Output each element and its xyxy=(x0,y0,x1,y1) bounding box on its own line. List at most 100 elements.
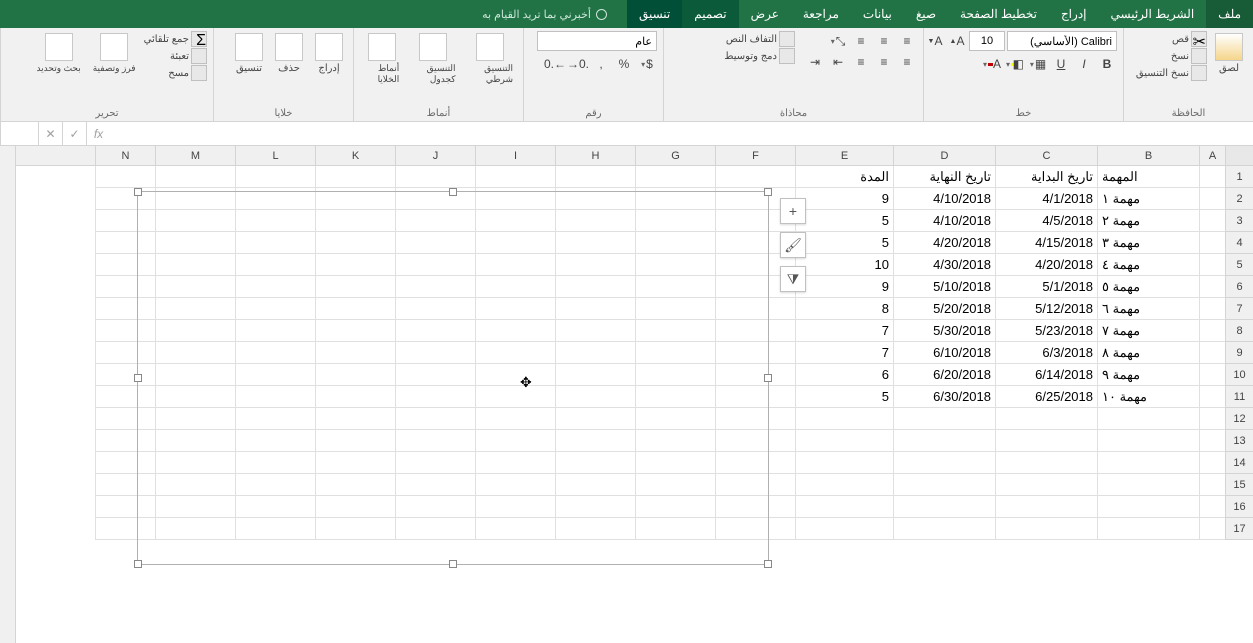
chart-elements-button[interactable]: + xyxy=(780,198,806,224)
select-all-corner[interactable] xyxy=(1225,146,1253,165)
cell[interactable]: مهمة ٥ xyxy=(1097,276,1199,298)
col-header-b[interactable]: B xyxy=(1097,146,1199,165)
cell[interactable] xyxy=(1199,408,1225,430)
tab-page-layout[interactable]: تخطيط الصفحة xyxy=(948,0,1049,28)
cell[interactable] xyxy=(893,496,995,518)
align-right-button[interactable]: ≡ xyxy=(897,52,917,72)
cell[interactable] xyxy=(995,408,1097,430)
cell[interactable]: 5/1/2018 xyxy=(995,276,1097,298)
cell[interactable] xyxy=(1199,298,1225,320)
cell[interactable] xyxy=(893,518,995,540)
cell[interactable]: 5/23/2018 xyxy=(995,320,1097,342)
cell[interactable] xyxy=(1199,452,1225,474)
cell[interactable] xyxy=(1199,210,1225,232)
fx-button[interactable]: fx xyxy=(86,122,110,145)
row-header[interactable]: 2 xyxy=(1225,188,1253,210)
resize-handle-tc[interactable] xyxy=(449,188,457,196)
cell[interactable] xyxy=(1199,474,1225,496)
cell[interactable]: 6 xyxy=(795,364,893,386)
chart-object[interactable]: ✥ + 🖌 ⧩ xyxy=(137,191,769,565)
cell[interactable] xyxy=(893,408,995,430)
cell[interactable] xyxy=(795,474,893,496)
resize-handle-br[interactable] xyxy=(764,560,772,568)
cell[interactable]: 4/10/2018 xyxy=(893,210,995,232)
cell[interactable] xyxy=(1199,386,1225,408)
orientation-button[interactable]: ⤡ xyxy=(828,31,848,51)
insert-cells-button[interactable]: إدراج xyxy=(311,31,347,76)
cell[interactable] xyxy=(893,452,995,474)
cell[interactable] xyxy=(715,166,795,188)
vertical-scrollbar[interactable] xyxy=(0,146,16,643)
cell[interactable]: 9 xyxy=(795,188,893,210)
row-header[interactable]: 13 xyxy=(1225,430,1253,452)
cell[interactable] xyxy=(1097,474,1199,496)
cell[interactable]: 6/10/2018 xyxy=(893,342,995,364)
cell[interactable] xyxy=(893,430,995,452)
cell[interactable]: 4/1/2018 xyxy=(995,188,1097,210)
cell[interactable]: 4/5/2018 xyxy=(995,210,1097,232)
cell[interactable] xyxy=(1199,276,1225,298)
cell[interactable] xyxy=(995,452,1097,474)
cell[interactable]: مهمة ١٠ xyxy=(1097,386,1199,408)
row-header[interactable]: 3 xyxy=(1225,210,1253,232)
cell[interactable] xyxy=(1199,254,1225,276)
col-header-h[interactable]: H xyxy=(555,146,635,165)
row-header[interactable]: 4 xyxy=(1225,232,1253,254)
cell[interactable] xyxy=(1097,518,1199,540)
cell[interactable] xyxy=(635,166,715,188)
cell[interactable]: تاريخ النهاية xyxy=(893,166,995,188)
cell[interactable] xyxy=(893,474,995,496)
cell[interactable] xyxy=(1199,496,1225,518)
paste-button[interactable]: لصق xyxy=(1211,31,1247,76)
cell[interactable] xyxy=(1199,342,1225,364)
resize-handle-lc[interactable] xyxy=(134,374,142,382)
cell[interactable]: 5/30/2018 xyxy=(893,320,995,342)
number-format-select[interactable] xyxy=(537,31,657,51)
tab-review[interactable]: مراجعة xyxy=(791,0,851,28)
col-header-j[interactable]: J xyxy=(395,146,475,165)
sort-filter-button[interactable]: فرز وتصفية xyxy=(89,31,140,76)
comma-format-button[interactable]: , xyxy=(591,54,611,74)
cell[interactable] xyxy=(795,518,893,540)
col-header-c[interactable]: C xyxy=(995,146,1097,165)
cell[interactable] xyxy=(395,166,475,188)
cell[interactable] xyxy=(1097,408,1199,430)
cell[interactable]: 5 xyxy=(795,232,893,254)
col-header-l[interactable]: L xyxy=(235,146,315,165)
merge-center-button[interactable]: دمج وتوسيط xyxy=(724,48,795,64)
cell-styles-button[interactable]: أنماط الخلايا xyxy=(360,31,403,87)
cell[interactable] xyxy=(1199,320,1225,342)
cell[interactable]: 4/20/2018 xyxy=(893,232,995,254)
enter-formula-button[interactable]: ✓ xyxy=(62,122,86,145)
decrease-decimal-button[interactable]: ←.0 xyxy=(545,54,565,74)
col-header-a[interactable]: A xyxy=(1199,146,1225,165)
font-color-button[interactable]: A xyxy=(982,54,1002,74)
cell[interactable]: 9 xyxy=(795,276,893,298)
chart-styles-button[interactable]: 🖌 xyxy=(780,232,806,258)
cell[interactable]: 5/20/2018 xyxy=(893,298,995,320)
col-header-i[interactable]: I xyxy=(475,146,555,165)
clear-button[interactable]: مسح xyxy=(144,65,207,81)
cell[interactable]: 7 xyxy=(795,342,893,364)
tab-formulas[interactable]: صيغ xyxy=(904,0,948,28)
row-header[interactable]: 5 xyxy=(1225,254,1253,276)
align-middle-button[interactable]: ≡ xyxy=(874,31,894,51)
resize-handle-tl[interactable] xyxy=(134,188,142,196)
format-as-table-button[interactable]: التنسيق كجدول xyxy=(407,31,459,87)
row-header[interactable]: 1 xyxy=(1225,166,1253,188)
resize-handle-bc[interactable] xyxy=(449,560,457,568)
cell[interactable] xyxy=(1199,188,1225,210)
col-header-e[interactable]: E xyxy=(795,146,893,165)
tell-me-search[interactable]: أخبرني بما تريد القيام به xyxy=(482,0,607,28)
font-size-input[interactable] xyxy=(969,31,1005,51)
cell[interactable] xyxy=(95,166,155,188)
col-header-d[interactable]: D xyxy=(893,146,995,165)
resize-handle-bl[interactable] xyxy=(134,560,142,568)
cell[interactable] xyxy=(1097,452,1199,474)
cell[interactable] xyxy=(235,166,315,188)
cell[interactable] xyxy=(1199,430,1225,452)
resize-handle-rc[interactable] xyxy=(764,374,772,382)
row-header[interactable]: 10 xyxy=(1225,364,1253,386)
row-header[interactable]: 12 xyxy=(1225,408,1253,430)
format-painter-button[interactable]: نسخ التنسيق xyxy=(1136,65,1207,81)
